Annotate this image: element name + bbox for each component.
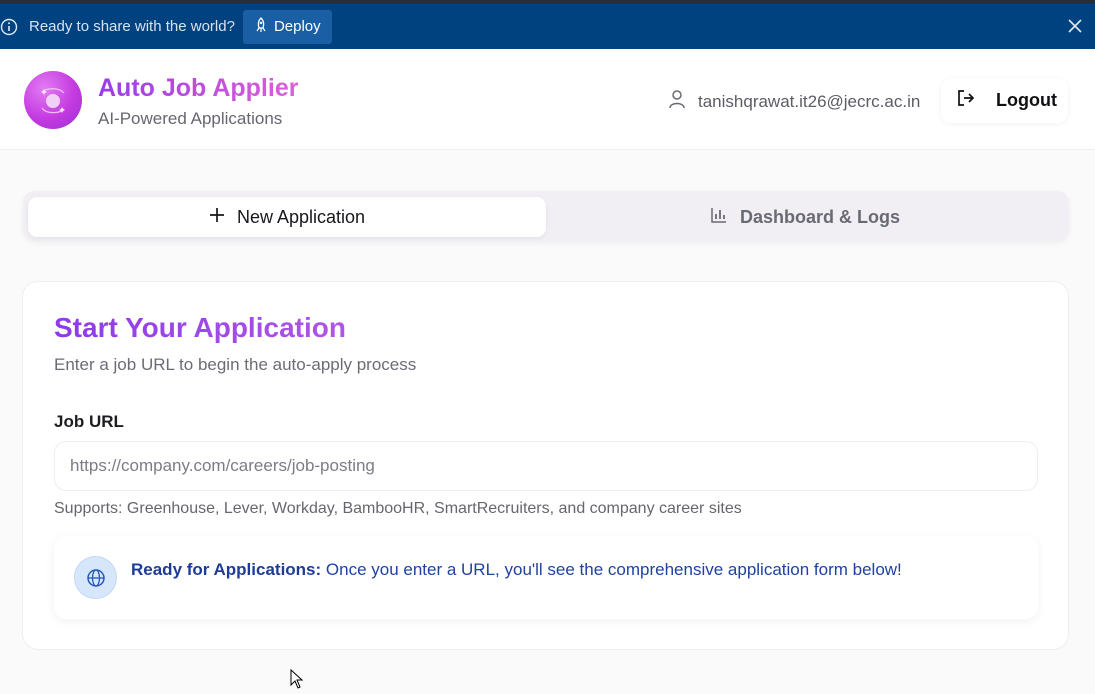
job-url-label: Job URL bbox=[54, 412, 124, 431]
application-card: Start Your Application Enter a job URL t… bbox=[22, 281, 1069, 650]
tab-dashboard-logs[interactable]: Dashboard & Logs bbox=[546, 197, 1064, 237]
close-icon[interactable] bbox=[1067, 18, 1083, 34]
globe-icon bbox=[74, 556, 117, 599]
info-circle-icon bbox=[0, 18, 18, 36]
logout-label: Logout bbox=[996, 90, 1057, 110]
sparkle-orbit-icon bbox=[24, 71, 82, 129]
app-subtitle: AI-Powered Applications bbox=[98, 109, 283, 128]
deploy-label: Deploy bbox=[273, 18, 321, 35]
supported-sites-text: Supports: Greenhouse, Lever, Workday, Ba… bbox=[54, 500, 742, 517]
notice-body: Once you enter a URL, you'll see the com… bbox=[321, 560, 902, 579]
notice-heading: Ready for Applications: bbox=[131, 560, 322, 579]
logout-icon bbox=[956, 88, 976, 113]
notice-text: Ready for Applications: Once you enter a… bbox=[131, 560, 902, 580]
tab-bar: New Application Dashboard & Logs bbox=[23, 191, 1069, 241]
tab-label: New Application bbox=[236, 206, 366, 227]
app-header: Auto Job Applier AI-Powered Applications… bbox=[0, 49, 1095, 150]
deploy-button[interactable]: Deploy bbox=[242, 9, 332, 44]
user-info: tanishqrawat.it26@jecrc.ac.in bbox=[668, 89, 920, 114]
plus-icon bbox=[209, 207, 225, 228]
deploy-banner: Ready to share with the world? Deploy bbox=[0, 4, 1095, 49]
user-icon bbox=[668, 89, 686, 114]
card-description: Enter a job URL to begin the auto-apply … bbox=[54, 355, 417, 374]
app-title: Auto Job Applier bbox=[98, 74, 299, 102]
rocket-icon bbox=[254, 16, 268, 37]
tab-new-application[interactable]: New Application bbox=[28, 197, 546, 237]
mouse-cursor-icon bbox=[290, 668, 304, 689]
tab-label: Dashboard & Logs bbox=[739, 206, 900, 227]
job-url-input[interactable] bbox=[54, 441, 1038, 491]
banner-message: Ready to share with the world? bbox=[29, 18, 235, 35]
user-email: tanishqrawat.it26@jecrc.ac.in bbox=[698, 91, 921, 111]
card-title: Start Your Application bbox=[54, 312, 346, 343]
ready-notice: Ready for Applications: Once you enter a… bbox=[54, 536, 1038, 619]
bar-chart-icon bbox=[710, 206, 728, 229]
logout-button[interactable]: Logout bbox=[941, 78, 1068, 123]
